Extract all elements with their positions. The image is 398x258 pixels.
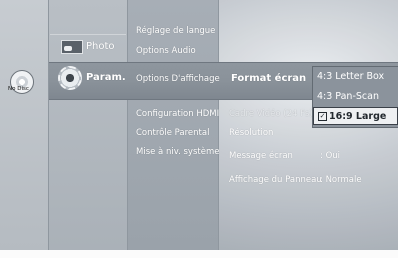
main-divider-top bbox=[50, 34, 126, 35]
submenu-item-audio[interactable]: Options Audio bbox=[136, 46, 196, 56]
popup-selected-label: 16:9 Large bbox=[329, 111, 387, 122]
menu-item-param[interactable]: Param. bbox=[86, 72, 126, 83]
bottom-border bbox=[0, 250, 398, 258]
setting-cadre-video[interactable]: Cadre Vidéo (24 Fs) bbox=[229, 109, 313, 119]
sub-menu-column bbox=[128, 0, 219, 250]
submenu-item-parental[interactable]: Contrôle Parental bbox=[136, 128, 209, 138]
setting-affichage-panneau[interactable]: Affichage du Panneau bbox=[229, 175, 322, 185]
setting-message-ecran[interactable]: Message écran bbox=[229, 151, 293, 161]
no-disc-label: No Disc bbox=[8, 86, 29, 92]
submenu-item-langue[interactable]: Réglage de langue bbox=[136, 26, 215, 36]
setting-resolution[interactable]: Résolution bbox=[229, 128, 273, 138]
photo-icon bbox=[61, 40, 83, 54]
menu-item-photo[interactable]: Photo bbox=[86, 41, 115, 52]
submenu-item-affichage[interactable]: Options D'affichage bbox=[136, 74, 220, 84]
gear-icon bbox=[58, 66, 82, 90]
check-icon: ✓ bbox=[318, 112, 327, 121]
submenu-item-hdmi[interactable]: Configuration HDMI bbox=[136, 109, 219, 119]
setting-format-ecran[interactable]: Format écran bbox=[231, 73, 306, 84]
setting-message-value: : Oui bbox=[320, 151, 341, 161]
main-menu-column bbox=[49, 0, 128, 250]
settings-screen: No Disc Photo Param. Réglage de langue O… bbox=[0, 0, 398, 258]
submenu-item-mise-a-niv[interactable]: Mise à niv. système bbox=[136, 147, 219, 157]
disc-column bbox=[0, 0, 49, 250]
popup-option-letterbox[interactable]: 4:3 Letter Box bbox=[313, 68, 398, 86]
popup-option-169-large[interactable]: ✓ 16:9 Large bbox=[313, 107, 398, 125]
format-options-popup: 4:3 Letter Box 4:3 Pan-Scan ✓ 16:9 Large bbox=[312, 66, 398, 128]
popup-option-panscan[interactable]: 4:3 Pan-Scan bbox=[313, 88, 398, 106]
setting-affichage-value: : Normale bbox=[320, 175, 362, 185]
